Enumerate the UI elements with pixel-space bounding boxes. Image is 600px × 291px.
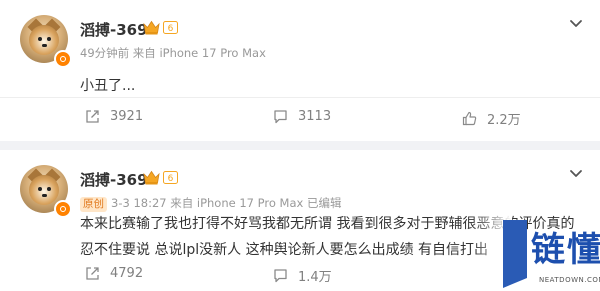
repost-button[interactable]: 3921 <box>85 109 143 124</box>
post-content: 小丑了... <box>80 78 136 94</box>
avatar-nose <box>42 44 47 47</box>
level-badge-text: 6 <box>168 174 174 184</box>
watermark-url: NEATDOWN.COM <box>539 276 600 284</box>
avatar-face <box>29 175 59 205</box>
original-tag: 原创 <box>80 197 107 212</box>
avatar-eye <box>38 37 42 41</box>
avatar-face <box>29 25 59 55</box>
post-meta: 49分钟前 来自 iPhone 17 Pro Max <box>80 46 266 60</box>
avatar-eye <box>47 187 51 191</box>
repost-icon <box>86 267 99 280</box>
avatar-eye <box>47 37 51 41</box>
like-button[interactable]: 2.2万 <box>462 109 521 128</box>
level-badge-text: 6 <box>168 24 174 34</box>
username[interactable]: 滔搏-369 <box>80 19 148 40</box>
avatar-eye <box>38 187 42 191</box>
watermark-brand: 链懂 <box>531 230 600 270</box>
chevron-down-icon[interactable] <box>568 168 584 180</box>
comment-icon <box>274 110 287 124</box>
watermark-l-mark <box>503 220 527 288</box>
username[interactable]: 滔搏-369 <box>80 169 148 190</box>
comment-icon <box>274 269 287 283</box>
watermark-logo: 链懂 NEATDOWN.COM <box>503 218 600 291</box>
crown-icon[interactable] <box>143 170 160 185</box>
like-count: 2.2万 <box>487 113 521 128</box>
repost-count: 4792 <box>110 266 144 281</box>
level-badge-icon[interactable]: 6 <box>163 21 178 34</box>
divider <box>0 97 600 98</box>
chevron-down-icon[interactable] <box>568 18 584 30</box>
comment-button[interactable]: 1.4万 <box>273 266 332 285</box>
repost-button[interactable]: 4792 <box>85 266 143 281</box>
post-meta: 原创 3-3 18:27 来自 iPhone 17 Pro Max 已编辑 <box>80 195 341 212</box>
verified-badge-icon <box>54 50 72 68</box>
level-badge-icon[interactable]: 6 <box>163 171 178 184</box>
comment-button[interactable]: 3113 <box>273 109 331 124</box>
repost-icon <box>86 110 99 123</box>
post-meta-text: 3-3 18:27 来自 iPhone 17 Pro Max 已编辑 <box>111 196 342 210</box>
avatar-nose <box>42 194 47 197</box>
like-icon <box>462 111 477 126</box>
post-card: 滔搏-369 6 49分钟前 来自 iPhone 17 Pro Max 小丑了.… <box>0 0 600 141</box>
comment-count: 3113 <box>298 109 332 124</box>
comment-count: 1.4万 <box>298 270 332 285</box>
verified-badge-icon <box>54 200 72 218</box>
crown-icon[interactable] <box>143 20 160 35</box>
repost-count: 3921 <box>110 109 144 124</box>
